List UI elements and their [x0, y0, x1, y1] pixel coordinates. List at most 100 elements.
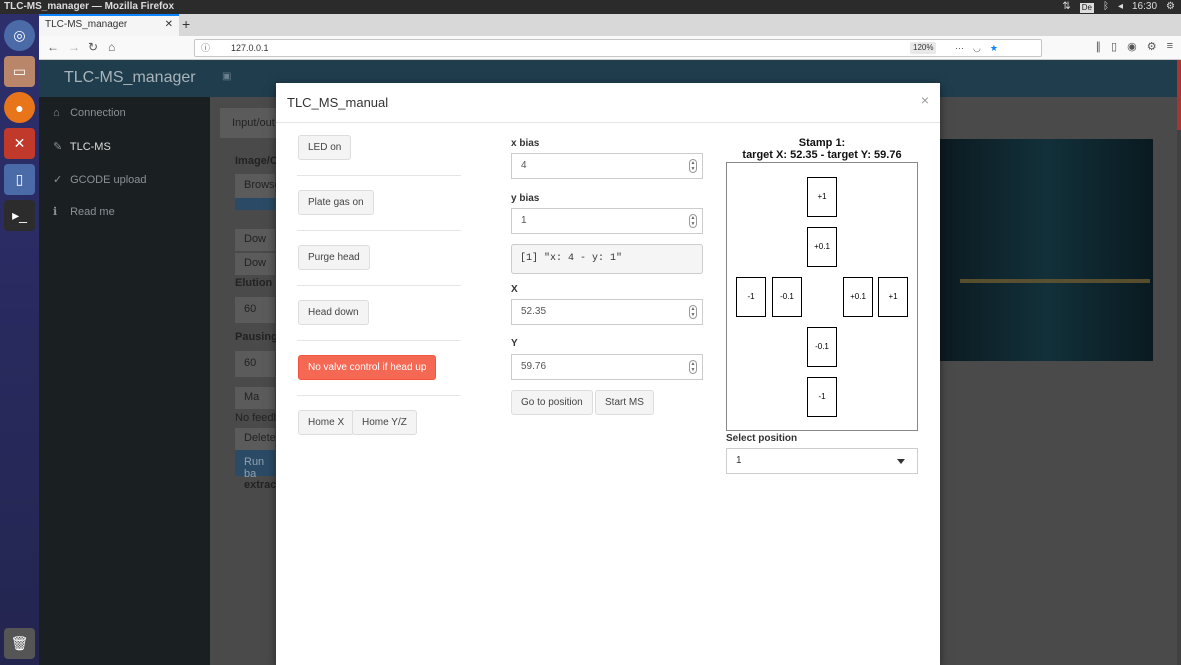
image-label: Image/C: [235, 155, 278, 167]
new-tab-icon[interactable]: +: [182, 14, 190, 34]
x-bias-value: 4: [521, 160, 527, 171]
close-icon[interactable]: ×: [921, 92, 929, 108]
system-tray: ⇅ De ᛒ ◂ 16:30 ⚙: [1062, 0, 1175, 14]
settings-gear-icon[interactable]: ⚙: [1166, 0, 1175, 14]
spinner-icon[interactable]: ▲ ▼: [689, 159, 697, 173]
no-valve-control-button[interactable]: No valve control if head up: [298, 355, 437, 380]
bluetooth-icon[interactable]: ᛒ: [1103, 0, 1109, 14]
divider: [297, 175, 461, 176]
y-position-input[interactable]: 59.76 ▲ ▼: [511, 354, 703, 380]
url-bar[interactable]: ⓘ 127.0.0.1 120% ⋯ ◡ ★: [194, 39, 1042, 57]
firefox-icon[interactable]: ●: [4, 92, 35, 123]
sidebar-toggle-icon[interactable]: ▣: [222, 71, 231, 82]
ubuntu-logo-icon[interactable]: ◎: [4, 20, 35, 51]
divider: [297, 340, 461, 341]
more-icon[interactable]: ⋯: [955, 40, 964, 56]
sidebar-item-label: Read me: [70, 206, 115, 218]
spinner-icon[interactable]: ▲ ▼: [689, 305, 697, 319]
x-position-input[interactable]: 52.35 ▲ ▼: [511, 299, 703, 325]
home-icon[interactable]: ⌂: [108, 40, 115, 54]
y-bias-input[interactable]: 1 ▲ ▼: [511, 208, 703, 234]
browser-toolbar: ∥ ▯ ◉ ⚙ ≡: [1096, 40, 1173, 53]
tab-input-output[interactable]: Input/out: [220, 108, 280, 138]
shield-icon[interactable]: ⓘ: [201, 40, 210, 56]
home-x-button[interactable]: Home X: [298, 410, 355, 435]
keyboard-layout-indicator[interactable]: De: [1079, 3, 1094, 13]
back-arrow-icon[interactable]: ←: [47, 40, 59, 54]
stamp-title-line1: Stamp 1:: [798, 137, 846, 149]
tlc-plate-image[interactable]: [940, 139, 1153, 361]
page-scrollbar[interactable]: [1177, 60, 1181, 130]
sidebar-item-read-me[interactable]: ℹ Read me: [53, 205, 115, 218]
menu-icon[interactable]: ≡: [1167, 40, 1173, 53]
jog-y-minus-1-button[interactable]: -1: [807, 377, 837, 417]
terminal-icon[interactable]: ▸_: [4, 200, 35, 231]
pausing-input[interactable]: 60: [235, 351, 275, 377]
download-button-2[interactable]: Dow: [235, 253, 275, 275]
manual-button[interactable]: Ma: [235, 387, 275, 409]
select-position-dropdown[interactable]: 1: [726, 448, 918, 474]
forward-arrow-icon[interactable]: →: [68, 40, 80, 54]
sidebar-item-label: TLC-MS: [69, 141, 111, 153]
jog-y-plus-1-button[interactable]: +1: [807, 177, 837, 217]
jog-x-plus-0.1-button[interactable]: +0.1: [843, 277, 873, 317]
jog-x-plus-1-button[interactable]: +1: [878, 277, 908, 317]
home-icon: ⌂: [53, 107, 60, 119]
pocket-icon[interactable]: ◡: [973, 40, 981, 56]
jog-y-plus-0.1-button[interactable]: +0.1: [807, 227, 837, 267]
clock[interactable]: 16:30: [1132, 0, 1157, 14]
jog-x-minus-0.1-button[interactable]: -0.1: [772, 277, 802, 317]
bookmark-star-icon[interactable]: ★: [990, 40, 998, 56]
library-icon[interactable]: ∥: [1096, 40, 1102, 53]
jog-x-minus-1-button[interactable]: -1: [736, 277, 766, 317]
divider: [297, 230, 461, 231]
tab-title: TLC-MS_manager: [45, 19, 128, 30]
browse-button[interactable]: Browse: [235, 174, 281, 198]
sidebar-item-gcode-upload[interactable]: ✓ GCODE upload: [53, 173, 147, 186]
trash-icon[interactable]: 🗑: [4, 628, 35, 659]
usb-icon[interactable]: ▯: [4, 164, 35, 195]
elution-label: Elution [: [235, 277, 279, 289]
chevron-down-icon: [897, 459, 905, 464]
network-icon[interactable]: ⇅: [1062, 0, 1070, 14]
home-yz-button[interactable]: Home Y/Z: [352, 410, 417, 435]
head-down-button[interactable]: Head down: [298, 300, 369, 325]
run-batch-button[interactable]: Run ba: [235, 450, 275, 480]
purge-head-button[interactable]: Purge head: [298, 245, 370, 270]
account-icon[interactable]: ◉: [1127, 40, 1137, 53]
delete-button[interactable]: Delete: [235, 428, 276, 450]
close-tab-icon[interactable]: ✕: [165, 16, 173, 34]
stamp-title-line2: target X: 52.35 - target Y: 59.76: [742, 149, 902, 161]
elution-input[interactable]: 60: [235, 297, 275, 323]
plate-gas-on-button[interactable]: Plate gas on: [298, 190, 374, 215]
window-title: TLC-MS_manager — Mozilla Firefox: [4, 1, 175, 12]
browser-tab[interactable]: TLC-MS_manager ✕: [39, 14, 179, 36]
app-sidebar: ⌂ Connection ✎ TLC-MS ✓ GCODE upload ℹ R…: [39, 97, 210, 665]
stamp-jog-pad: +1 +0.1 -1 -0.1 +0.1 +1 -0.1 -1: [726, 162, 918, 431]
x-label: X: [511, 284, 518, 295]
sidebar-item-tlc-ms[interactable]: ✎ TLC-MS: [53, 140, 111, 153]
volume-icon[interactable]: ◂: [1118, 0, 1123, 14]
download-button-1[interactable]: Dow: [235, 229, 275, 251]
divider: [297, 285, 461, 286]
os-top-bar: TLC-MS_manager — Mozilla Firefox ⇅ De ᛒ …: [0, 0, 1181, 14]
spinner-icon[interactable]: ▲ ▼: [689, 214, 697, 228]
y-position-value: 59.76: [521, 361, 547, 372]
start-ms-button[interactable]: Start MS: [595, 390, 654, 415]
wrench-icon: ✓: [53, 174, 63, 186]
settings-tool-icon[interactable]: ✕: [4, 128, 35, 159]
app-brand[interactable]: TLC-MS_manager: [64, 69, 196, 87]
spinner-icon[interactable]: ▲ ▼: [689, 360, 697, 374]
sidebar-item-connection[interactable]: ⌂ Connection: [53, 107, 126, 119]
zoom-level[interactable]: 120%: [910, 42, 937, 54]
x-bias-input[interactable]: 4 ▲ ▼: [511, 153, 703, 179]
reload-icon[interactable]: ↻: [88, 40, 98, 54]
jog-y-minus-0.1-button[interactable]: -0.1: [807, 327, 837, 367]
go-to-position-button[interactable]: Go to position: [511, 390, 593, 415]
extensions-icon[interactable]: ⚙: [1147, 40, 1157, 53]
file-manager-icon[interactable]: ▭: [4, 56, 35, 87]
led-on-button[interactable]: LED on: [298, 135, 352, 160]
launcher: ◎ ▭ ● ✕ ▯ ▸_ 🗑: [0, 14, 39, 665]
sidebar-icon[interactable]: ▯: [1111, 40, 1117, 53]
bias-output: [1] "x: 4 - y: 1": [511, 244, 703, 274]
